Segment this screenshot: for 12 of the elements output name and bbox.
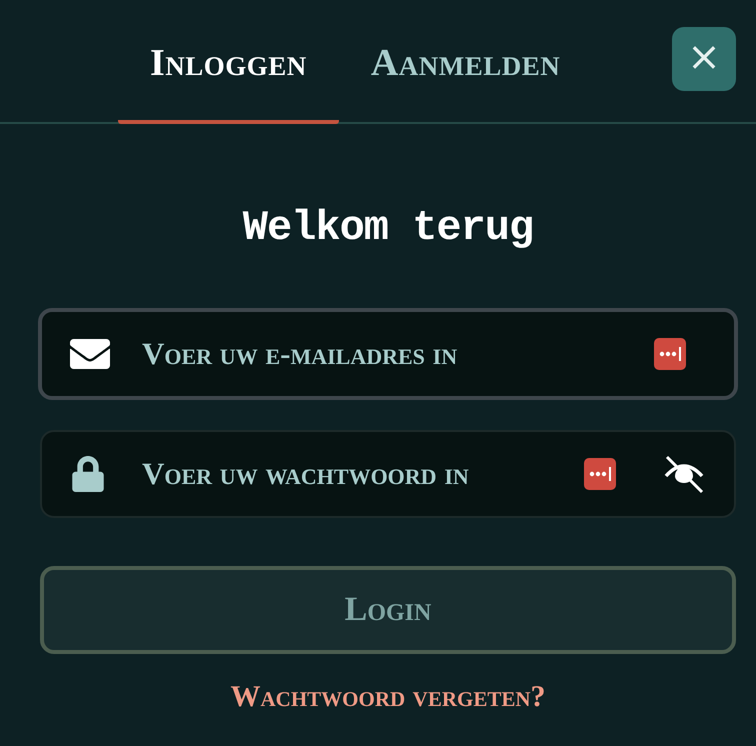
password-manager-icon[interactable] — [654, 338, 686, 370]
forgot-password-link[interactable]: Wachtwoord vergeten? — [230, 680, 546, 714]
heading: Welkom terug — [242, 204, 534, 252]
password-input[interactable]: Voer uw wachtwoord in — [140, 444, 572, 504]
tab[interactable]: Aanmelden — [338, 0, 592, 124]
password-manager-icon[interactable] — [584, 458, 616, 490]
close-button[interactable]: × — [672, 27, 736, 91]
password-field[interactable]: Voer uw wachtwoord in — [40, 430, 736, 518]
email-input[interactable]: Voer uw e-mailadres in — [140, 324, 642, 384]
email-field[interactable]: Voer uw e-mailadres in — [38, 308, 738, 400]
lock-icon — [70, 456, 106, 492]
tab[interactable]: Inloggen — [118, 0, 339, 124]
